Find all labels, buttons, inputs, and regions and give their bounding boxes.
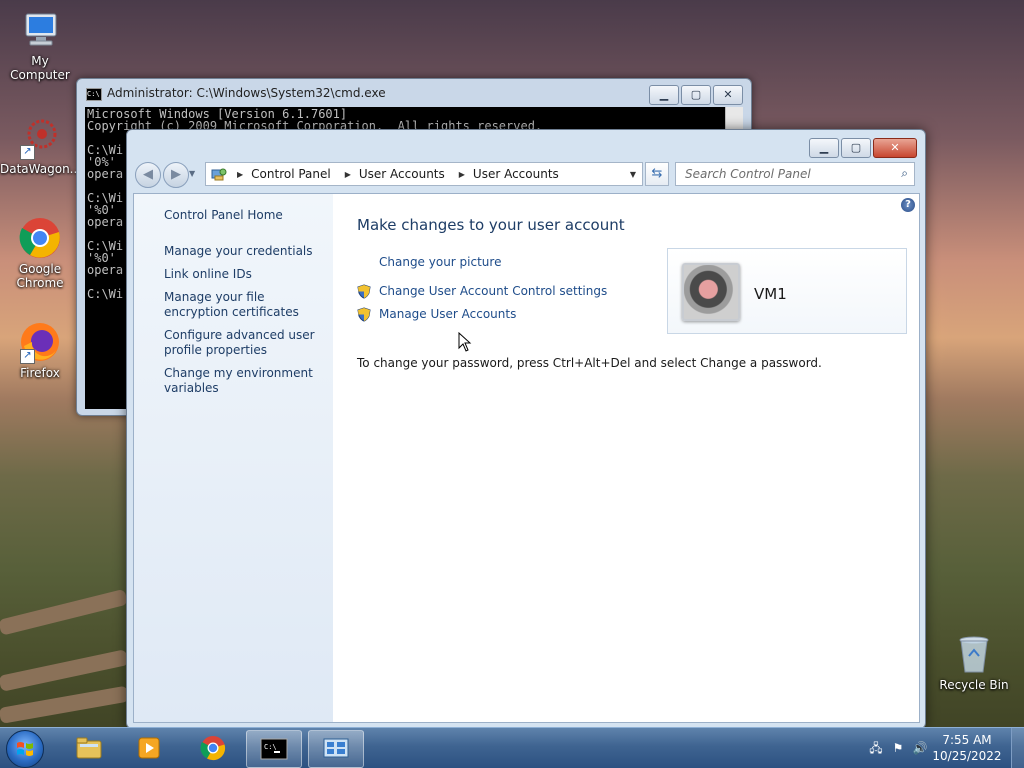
desktop-icon-label: My Computer: [10, 54, 70, 82]
chrome-icon: [200, 736, 226, 761]
action-center-flag-icon[interactable]: ⚑: [890, 740, 906, 756]
forward-button[interactable]: ▶: [163, 162, 189, 188]
firefox-icon: ↗: [18, 320, 62, 364]
desktop-icon-recycle-bin[interactable]: Recycle Bin: [934, 632, 1014, 692]
mouse-cursor-icon: [458, 332, 472, 352]
taskbar-media-player-button[interactable]: [122, 730, 176, 766]
breadcrumb-control-panel[interactable]: Control Panel: [251, 167, 331, 181]
control-panel-home-link[interactable]: Control Panel Home: [164, 208, 324, 223]
taskbar-control-panel-button[interactable]: [308, 730, 364, 768]
file-encryption-certificates-link[interactable]: Manage your file encryption certificates: [164, 290, 324, 320]
taskbar-explorer-button[interactable]: [62, 730, 116, 766]
breadcrumb-separator-icon: ▶: [344, 169, 351, 179]
clock-date: 10/25/2022: [932, 749, 1002, 763]
refresh-button[interactable]: ⇆: [645, 162, 669, 186]
network-icon[interactable]: 🖧: [868, 740, 884, 756]
cmd-minimize-button[interactable]: ▁: [649, 85, 679, 105]
desktop-icon-label: Google Chrome: [16, 262, 64, 290]
user-name: VM1: [754, 285, 787, 303]
cp-close-button[interactable]: ✕: [873, 138, 917, 158]
advanced-user-profile-link[interactable]: Configure advanced user profile properti…: [164, 328, 324, 358]
computer-icon: [18, 8, 62, 52]
uac-shield-icon: [357, 284, 371, 299]
system-clock[interactable]: 7:55 AM 10/25/2022: [932, 732, 1002, 764]
desktop-icon-my-computer[interactable]: My Computer: [0, 8, 80, 82]
desktop-icon-google-chrome[interactable]: Google Chrome: [0, 216, 80, 290]
wallpaper-fence-rail: [0, 588, 129, 636]
cp-content-area: Control Panel Home Manage your credentia…: [133, 193, 920, 723]
uac-shield-icon: [357, 307, 371, 322]
manage-user-accounts-link[interactable]: Manage User Accounts: [379, 307, 516, 321]
help-icon[interactable]: ?: [901, 198, 915, 212]
page-title: Make changes to your user account: [357, 216, 625, 234]
left-navigation-pane: Control Panel Home Manage your credentia…: [134, 194, 333, 722]
link-online-ids-link[interactable]: Link online IDs: [164, 267, 324, 282]
windows-logo-icon: [17, 742, 33, 756]
taskbar-chrome-button[interactable]: [186, 730, 240, 766]
shortcut-arrow-icon: ↗: [20, 349, 35, 364]
control-panel-window[interactable]: ▁ ▢ ✕ ◀ ▶ ▼ ▶ Control Panel ▶ User Accou…: [126, 129, 926, 729]
shortcut-arrow-icon: ↗: [20, 145, 35, 160]
folder-icon: [76, 737, 102, 759]
change-picture-link[interactable]: Change your picture: [379, 255, 501, 269]
volume-icon[interactable]: 🔊: [912, 740, 928, 756]
chrome-icon: [18, 216, 62, 260]
user-account-tile: VM1: [667, 248, 907, 334]
cp-maximize-button[interactable]: ▢: [841, 138, 871, 158]
user-avatar[interactable]: [682, 263, 740, 321]
desktop-icon-label: Recycle Bin: [939, 678, 1009, 692]
main-pane: ? Make changes to your user account Chan…: [333, 194, 919, 722]
show-desktop-button[interactable]: [1011, 728, 1024, 768]
taskbar-cmd-button[interactable]: C:\: [246, 730, 302, 768]
search-icon[interactable]: ⌕: [901, 166, 908, 181]
search-box[interactable]: ⌕: [675, 162, 915, 186]
cmd-app-icon: C:\: [86, 88, 102, 101]
control-panel-icon: [323, 738, 349, 758]
desktop-icon-firefox[interactable]: ↗ Firefox: [0, 320, 80, 380]
breadcrumb-user-accounts[interactable]: User Accounts: [359, 167, 445, 181]
control-panel-icon: [211, 168, 227, 181]
breadcrumb-separator-icon: ▶: [458, 169, 465, 179]
cp-navigation-bar: ◀ ▶ ▼ ▶ Control Panel ▶ User Accounts ▶ …: [133, 162, 919, 192]
cmd-title-bar[interactable]: C:\ Administrator: C:\Windows\System32\c…: [77, 79, 751, 107]
cmd-maximize-button[interactable]: ▢: [681, 85, 711, 105]
desktop-icon-datawagon[interactable]: ↗ DataWagon...: [0, 116, 82, 176]
password-instructions: To change your password, press Ctrl+Alt+…: [357, 356, 822, 370]
cmd-close-button[interactable]: ✕: [713, 85, 743, 105]
wallpaper-fence-rail: [0, 685, 130, 724]
media-player-icon: [138, 737, 160, 759]
manage-credentials-link[interactable]: Manage your credentials: [164, 244, 324, 259]
address-dropdown-icon[interactable]: ▼: [630, 170, 636, 179]
recycle-bin-icon: [952, 632, 996, 676]
start-button[interactable]: [6, 730, 44, 768]
address-bar[interactable]: ▶ Control Panel ▶ User Accounts ▶ User A…: [205, 162, 643, 186]
uac-settings-link[interactable]: Change User Account Control settings: [379, 284, 607, 298]
cmd-window-title: Administrator: C:\Windows\System32\cmd.e…: [107, 86, 386, 100]
desktop-icon-label: DataWagon...: [0, 162, 82, 176]
cp-title-bar[interactable]: ▁ ▢ ✕: [127, 130, 925, 162]
datawagon-icon: ↗: [18, 116, 62, 160]
back-button[interactable]: ◀: [135, 162, 161, 188]
desktop-icon-label: Firefox: [20, 366, 60, 380]
recent-pages-dropdown-icon[interactable]: ▼: [189, 169, 195, 178]
taskbar: C:\ 🖧 ⚑ 🔊 7:55 AM 10/25/2022: [0, 727, 1024, 768]
breadcrumb-separator-icon: ▶: [237, 169, 244, 179]
clock-time: 7:55 AM: [942, 733, 992, 747]
environment-variables-link[interactable]: Change my environment variables: [164, 366, 324, 396]
wallpaper-fence-rail: [0, 649, 129, 692]
cp-minimize-button[interactable]: ▁: [809, 138, 839, 158]
search-input[interactable]: [683, 163, 887, 185]
cmd-icon: C:\: [260, 738, 288, 760]
breadcrumb-user-accounts-current[interactable]: User Accounts: [473, 167, 559, 181]
svg-text:C:\: C:\: [264, 743, 277, 751]
